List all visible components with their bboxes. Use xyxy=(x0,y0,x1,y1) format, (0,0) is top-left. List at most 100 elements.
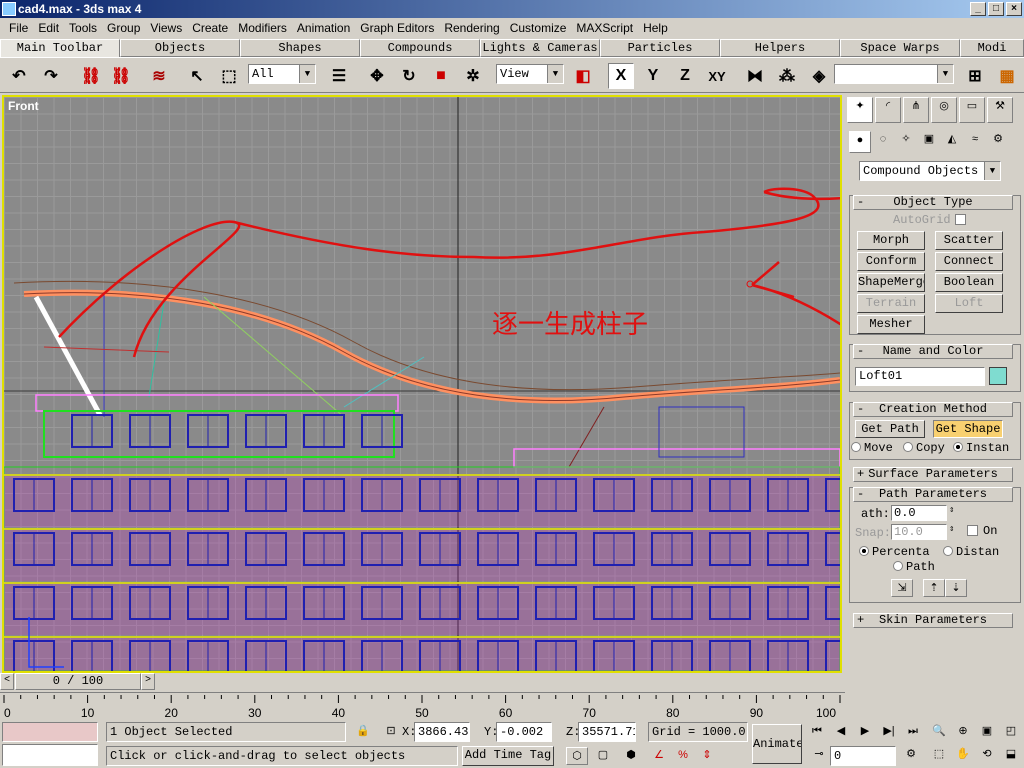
tab-particles[interactable]: Particles xyxy=(600,39,720,57)
time-config-icon[interactable]: ⚙ xyxy=(900,746,922,764)
add-time-tag-button[interactable]: Add Time Tag xyxy=(462,746,554,766)
tab-helpers[interactable]: Helpers xyxy=(720,39,840,57)
menu-rendering[interactable]: Rendering xyxy=(439,21,504,35)
select-object-icon[interactable]: ↖ xyxy=(184,63,210,89)
viewport-label[interactable]: Front xyxy=(8,99,39,113)
absolute-transform-icon[interactable]: ⊡ xyxy=(380,723,402,741)
path-steps-radio[interactable]: Path xyxy=(893,560,935,574)
helpers-icon[interactable]: ◭ xyxy=(941,131,963,153)
tab-shapes[interactable]: Shapes xyxy=(240,39,360,57)
terrain-button[interactable]: Terrain xyxy=(857,294,925,313)
hierarchy-tab-icon[interactable]: ⋔ xyxy=(903,97,929,123)
bind-space-warp-icon[interactable]: ≋ xyxy=(146,63,172,89)
zoom-extents-icon[interactable]: ▣ xyxy=(976,723,998,741)
get-path-button[interactable]: Get Path xyxy=(855,420,925,438)
object-category-dropdown[interactable]: Compound Objects ▼ xyxy=(859,161,1001,181)
loft-button[interactable]: Loft xyxy=(935,294,1003,313)
shapes-icon[interactable]: ◌ xyxy=(872,131,894,153)
angle-snap-icon[interactable]: ∠ xyxy=(648,747,670,765)
surface-parameters-header[interactable]: + Surface Parameters xyxy=(853,467,1013,482)
menu-graph-editors[interactable]: Graph Editors xyxy=(355,21,439,35)
restrict-xy-button[interactable]: XY xyxy=(704,63,730,89)
close-button[interactable]: × xyxy=(1006,2,1022,16)
redo-icon[interactable]: ↷ xyxy=(38,63,64,89)
name-color-header[interactable]: - Name and Color xyxy=(853,344,1013,359)
time-slider[interactable]: < 0 / 100 > xyxy=(0,673,845,691)
instance-radio[interactable]: Instan xyxy=(953,441,1009,455)
menu-file[interactable]: File xyxy=(4,21,33,35)
x-coordinate-field[interactable]: 3866.435 xyxy=(414,722,470,742)
zoom-icon[interactable]: 🔍 xyxy=(928,723,950,741)
tab-main-toolbar[interactable]: Main Toolbar xyxy=(0,39,120,57)
align-icon[interactable]: ◈ xyxy=(806,63,832,89)
region-select-icon[interactable]: ⬚ xyxy=(216,63,242,89)
tab-space-warps[interactable]: Space Warps xyxy=(840,39,960,57)
next-shape-icon[interactable]: ⇣ xyxy=(945,579,967,597)
scatter-button[interactable]: Scatter xyxy=(935,231,1003,250)
current-frame-field[interactable]: 0 xyxy=(830,746,896,766)
percentage-radio[interactable]: Percenta xyxy=(859,545,930,559)
path-parameters-header[interactable]: - Path Parameters xyxy=(853,487,1013,502)
arc-rotate-icon[interactable]: ⟲ xyxy=(976,746,998,764)
menu-group[interactable]: Group xyxy=(102,21,145,35)
move-icon[interactable]: ✥ xyxy=(364,63,390,89)
creation-method-header[interactable]: - Creation Method xyxy=(853,402,1013,417)
minimize-button[interactable]: _ xyxy=(970,2,986,16)
spinner-arrows-icon[interactable]: ⇕ xyxy=(949,524,954,534)
mesher-button[interactable]: Mesher xyxy=(857,315,925,334)
menu-tools[interactable]: Tools xyxy=(64,21,102,35)
pick-shape-icon[interactable]: ⇲ xyxy=(891,579,913,597)
menu-animation[interactable]: Animation xyxy=(292,21,355,35)
menu-views[interactable]: Views xyxy=(145,21,187,35)
skin-parameters-header[interactable]: + Skin Parameters xyxy=(853,613,1013,628)
geometry-icon[interactable]: ● xyxy=(849,131,871,153)
maxscript-listener-field[interactable] xyxy=(2,722,98,742)
named-selection-dropdown[interactable]: ▼ xyxy=(834,64,954,84)
object-name-field[interactable]: Loft01 xyxy=(855,367,985,386)
animate-button[interactable]: Animate xyxy=(752,724,802,764)
snap-spinner[interactable]: 10.0 xyxy=(891,524,947,540)
spinner-snap-icon[interactable]: ⇕ xyxy=(696,747,718,765)
utilities-tab-icon[interactable]: ⚒ xyxy=(987,97,1013,123)
selection-filter-dropdown[interactable]: All ▼ xyxy=(248,64,316,84)
previous-shape-icon[interactable]: ⇡ xyxy=(923,579,945,597)
lights-icon[interactable]: ✧ xyxy=(895,131,917,153)
go-to-end-icon[interactable]: ⏭ xyxy=(902,723,924,741)
space-warps-icon[interactable]: ≈ xyxy=(964,131,986,153)
track-bar[interactable]: 0 10 20 30 40 50 60 70 80 90 100 xyxy=(0,692,845,720)
tab-objects[interactable]: Objects xyxy=(120,39,240,57)
play-icon[interactable]: ▶ xyxy=(854,723,876,741)
crossing-select-icon[interactable]: ▢ xyxy=(592,747,614,765)
front-viewport[interactable]: Front 逐一生成柱子 xyxy=(2,95,842,673)
tab-lights-cameras[interactable]: Lights & Cameras xyxy=(480,39,600,57)
maximize-button[interactable]: □ xyxy=(988,2,1004,16)
pan-icon[interactable]: ✋ xyxy=(952,746,974,764)
previous-frame-icon[interactable]: ◀ xyxy=(830,723,852,741)
manipulate-icon[interactable]: ✲ xyxy=(460,63,486,89)
menu-customize[interactable]: Customize xyxy=(505,21,572,35)
time-slider-thumb[interactable]: 0 / 100 xyxy=(15,673,141,690)
undo-icon[interactable]: ↶ xyxy=(6,63,32,89)
copy-radio[interactable]: Copy xyxy=(903,441,945,455)
snap-toggle-icon[interactable]: ⬢ xyxy=(620,747,642,765)
y-coordinate-field[interactable]: -0.002 xyxy=(496,722,552,742)
path-spinner[interactable]: 0.0 xyxy=(891,505,947,521)
rotate-icon[interactable]: ↻ xyxy=(396,63,422,89)
tab-modifiers[interactable]: Modi xyxy=(960,39,1024,57)
conform-button[interactable]: Conform xyxy=(857,252,925,271)
distance-radio[interactable]: Distan xyxy=(943,545,999,559)
go-to-start-icon[interactable]: ⏮ xyxy=(806,723,828,741)
restrict-x-button[interactable]: X xyxy=(608,63,634,89)
next-frame-icon[interactable]: ▶| xyxy=(878,723,900,741)
snap-on-checkbox[interactable] xyxy=(967,525,978,536)
percent-snap-icon[interactable]: % xyxy=(672,747,694,765)
tab-compounds[interactable]: Compounds xyxy=(360,39,480,57)
schematic-view-icon[interactable]: ⊞ xyxy=(962,63,988,89)
maxscript-input-field[interactable] xyxy=(2,744,98,766)
reference-coordinate-dropdown[interactable]: View ▼ xyxy=(496,64,564,84)
systems-icon[interactable]: ⚙ xyxy=(987,131,1009,153)
unlink-icon[interactable]: ⛓ xyxy=(108,63,134,89)
autogrid-checkbox[interactable] xyxy=(955,214,966,225)
z-coordinate-field[interactable]: 35571.71 xyxy=(578,722,636,742)
display-tab-icon[interactable]: ▭ xyxy=(959,97,985,123)
